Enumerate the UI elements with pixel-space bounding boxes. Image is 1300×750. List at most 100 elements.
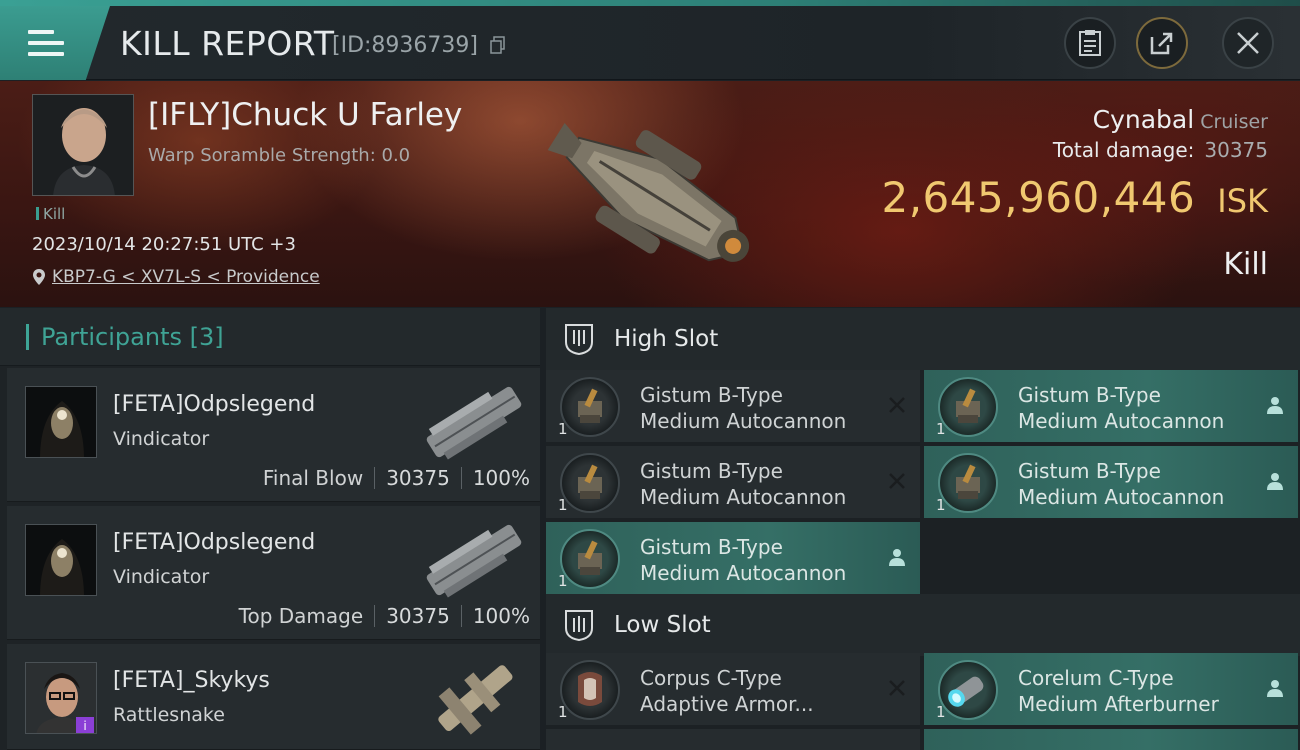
- module-quantity: 1: [558, 496, 568, 514]
- autocannon-icon: [560, 377, 620, 437]
- autocannon-icon: [560, 529, 620, 589]
- fitting-panel: High Slot 1 Gistum B-Type Medium Autocan…: [546, 308, 1300, 750]
- module-quantity: 1: [558, 420, 568, 438]
- module-quantity: 1: [936, 703, 946, 721]
- participant-ship: Vindicator: [113, 566, 210, 588]
- destroyed-icon: [889, 397, 905, 413]
- module-item[interactable]: 1 Gistum B-Type Medium Autocannon: [546, 522, 920, 594]
- afterburner-icon: [938, 660, 998, 720]
- isk-value-row: 2,645,960,446 ISK: [881, 173, 1268, 222]
- module-name: Gistum B-Type: [640, 383, 783, 407]
- kill-tag: Kill: [36, 205, 65, 223]
- low-slot-header: Low Slot: [546, 594, 1300, 656]
- location-pin-icon: [33, 269, 45, 285]
- close-icon: [1237, 32, 1259, 54]
- participant-role: Final Blow: [262, 466, 364, 490]
- participant-percent: 100%: [472, 466, 530, 490]
- module-name: Gistum B-Type: [640, 535, 783, 559]
- module-item[interactable]: 1 Gistum B-Type Medium Autocannon: [546, 370, 920, 442]
- scramble-strength: Warp Soramble Strength: 0.0: [148, 145, 411, 166]
- module-type: Medium Autocannon: [1018, 409, 1225, 433]
- module-name: Gistum B-Type: [1018, 459, 1161, 483]
- module-name: Gistum B-Type: [1018, 383, 1161, 407]
- high-slot-header: High Slot: [546, 308, 1300, 370]
- module-type: Medium Afterburner: [1018, 692, 1219, 716]
- module-name: Corpus C-Type: [640, 666, 782, 690]
- module-item[interactable]: [546, 729, 920, 750]
- clipboard-icon: [1079, 30, 1101, 56]
- module-quantity: 1: [558, 703, 568, 721]
- module-type: Medium Autocannon: [1018, 485, 1225, 509]
- module-type: Adaptive Armor...: [640, 692, 814, 716]
- participant-stats: Final Blow 30375 100%: [263, 466, 530, 490]
- person-icon: [1267, 473, 1283, 490]
- kill-datetime: 2023/10/14 20:27:51 UTC +3: [32, 234, 296, 255]
- module-item[interactable]: 1 Corelum C-Type Medium Afterburner: [924, 653, 1298, 725]
- victim-ship-image[interactable]: [520, 89, 780, 299]
- participant-card[interactable]: [FETA]Odpslegend Vindicator Final Blow 3…: [7, 368, 540, 502]
- isk-unit: ISK: [1217, 182, 1268, 220]
- module-name: Corelum C-Type: [1018, 666, 1174, 690]
- menu-icon: [28, 30, 64, 56]
- share-icon: [1150, 32, 1173, 55]
- isk-value: 2,645,960,446: [881, 173, 1196, 222]
- person-icon: [889, 549, 905, 566]
- module-item[interactable]: 1 Gistum B-Type Medium Autocannon: [924, 370, 1298, 442]
- total-damage-value: 30375: [1204, 138, 1268, 162]
- participant-ship-image: [426, 386, 522, 460]
- participant-damage: 30375: [386, 604, 450, 628]
- participant-name[interactable]: [FETA]Odpslegend: [113, 530, 315, 555]
- total-damage: Total damage: 30375: [1052, 138, 1268, 162]
- victim-panel: [IFLY]Chuck U Farley Warp Soramble Stren…: [0, 81, 1300, 307]
- destroyed-icon: [889, 680, 905, 696]
- participant-percent: 100%: [472, 604, 530, 628]
- participants-panel: Participants [3] [FETA]Odpslegend Vindic…: [0, 308, 540, 750]
- copy-icon[interactable]: [490, 36, 506, 54]
- victim-ship-name: Cynabal Cruiser: [1092, 105, 1268, 134]
- victim-name[interactable]: [IFLY]Chuck U Farley: [148, 97, 462, 133]
- participant-damage: 30375: [386, 466, 450, 490]
- module-item[interactable]: 1 Corpus C-Type Adaptive Armor...: [546, 653, 920, 725]
- low-slot-icon: [565, 610, 593, 642]
- low-slot-title: Low Slot: [614, 612, 711, 638]
- person-icon: [1267, 397, 1283, 414]
- module-item[interactable]: 1 Gistum B-Type Medium Autocannon: [546, 446, 920, 518]
- module-type: Medium Autocannon: [640, 409, 847, 433]
- participant-ship: Rattlesnake: [113, 704, 225, 726]
- participant-card[interactable]: i [FETA]_Skykys Rattlesnake: [7, 644, 540, 750]
- module-item[interactable]: [924, 729, 1298, 750]
- menu-button[interactable]: [0, 6, 110, 80]
- participant-name[interactable]: [FETA]Odpslegend: [113, 392, 315, 417]
- module-item[interactable]: 1 Gistum B-Type Medium Autocannon: [924, 446, 1298, 518]
- module-quantity: 1: [936, 496, 946, 514]
- armor-hardener-icon: [560, 660, 620, 720]
- share-button[interactable]: [1136, 17, 1188, 69]
- autocannon-icon: [560, 453, 620, 513]
- participant-role: Top Damage: [238, 604, 364, 628]
- participant-avatar: [25, 386, 97, 458]
- participant-card[interactable]: [FETA]Odpslegend Vindicator Top Damage 3…: [7, 506, 540, 640]
- module-quantity: 1: [558, 572, 568, 590]
- participant-ship-image: [438, 665, 513, 735]
- location[interactable]: KBP7-G < XV7L-S < Providence: [32, 267, 320, 287]
- participant-name[interactable]: [FETA]_Skykys: [113, 668, 270, 693]
- location-link[interactable]: KBP7-G < XV7L-S < Providence: [52, 267, 320, 287]
- high-slot-icon: [565, 324, 593, 356]
- report-id: [ID:8936739]: [332, 33, 478, 58]
- participant-ship: Vindicator: [113, 428, 210, 450]
- clipboard-button[interactable]: [1064, 17, 1116, 69]
- victim-ship-class: Cruiser: [1200, 111, 1268, 133]
- result-label: Kill: [1223, 247, 1268, 282]
- close-button[interactable]: [1222, 17, 1274, 69]
- high-slot-title: High Slot: [614, 326, 719, 352]
- module-quantity: 1: [936, 420, 946, 438]
- module-name: Gistum B-Type: [640, 459, 783, 483]
- person-icon: [1267, 680, 1283, 697]
- participant-avatar: [25, 524, 97, 596]
- header-bar: KILL REPORT [ID:8936739]: [0, 0, 1300, 80]
- module-type: Medium Autocannon: [640, 485, 847, 509]
- autocannon-icon: [938, 377, 998, 437]
- page-title: KILL REPORT: [120, 24, 335, 63]
- destroyed-icon: [889, 473, 905, 489]
- victim-avatar[interactable]: [32, 94, 134, 196]
